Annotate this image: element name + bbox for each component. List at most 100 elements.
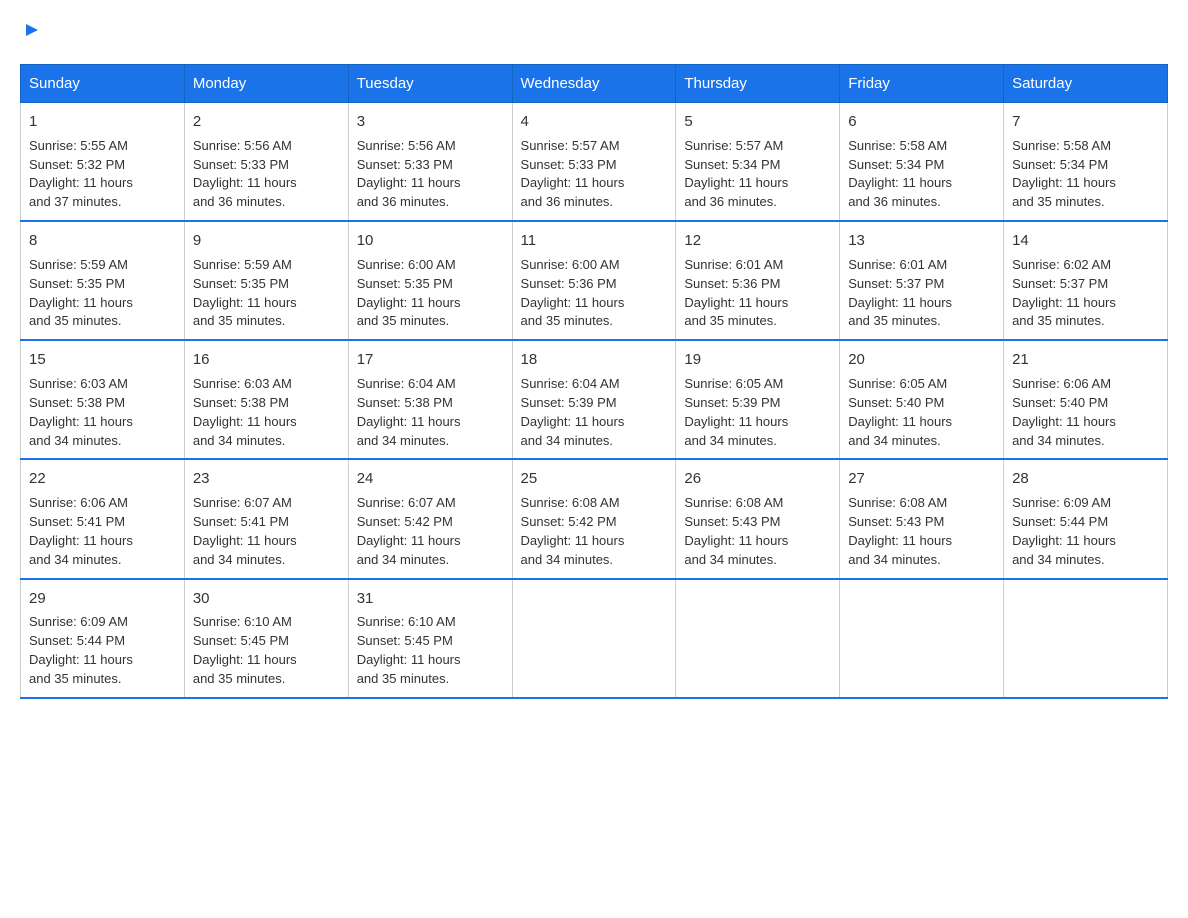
- logo: [20, 20, 42, 44]
- calendar-day-cell: 23 Sunrise: 6:07 AMSunset: 5:41 PMDaylig…: [184, 459, 348, 578]
- day-number: 26: [684, 468, 831, 490]
- calendar-day-cell: 18 Sunrise: 6:04 AMSunset: 5:39 PMDaylig…: [512, 340, 676, 459]
- day-number: 13: [848, 230, 995, 252]
- day-info: Sunrise: 5:56 AMSunset: 5:33 PMDaylight:…: [357, 138, 461, 210]
- day-number: 11: [521, 230, 668, 252]
- calendar-day-cell: 22 Sunrise: 6:06 AMSunset: 5:41 PMDaylig…: [21, 459, 185, 578]
- day-number: 6: [848, 111, 995, 133]
- calendar-header-row: Sunday Monday Tuesday Wednesday Thursday…: [21, 65, 1168, 103]
- day-info: Sunrise: 5:56 AMSunset: 5:33 PMDaylight:…: [193, 138, 297, 210]
- calendar-day-cell: 4 Sunrise: 5:57 AMSunset: 5:33 PMDayligh…: [512, 103, 676, 222]
- day-number: 9: [193, 230, 340, 252]
- day-info: Sunrise: 6:07 AMSunset: 5:42 PMDaylight:…: [357, 495, 461, 567]
- calendar-day-cell: 30 Sunrise: 6:10 AMSunset: 5:45 PMDaylig…: [184, 579, 348, 698]
- calendar-day-cell: [512, 579, 676, 698]
- calendar-day-cell: 26 Sunrise: 6:08 AMSunset: 5:43 PMDaylig…: [676, 459, 840, 578]
- day-number: 7: [1012, 111, 1159, 133]
- calendar-day-cell: 16 Sunrise: 6:03 AMSunset: 5:38 PMDaylig…: [184, 340, 348, 459]
- day-info: Sunrise: 5:55 AMSunset: 5:32 PMDaylight:…: [29, 138, 133, 210]
- calendar-day-cell: 31 Sunrise: 6:10 AMSunset: 5:45 PMDaylig…: [348, 579, 512, 698]
- logo-triangle-icon: [22, 20, 42, 44]
- calendar-week-row: 1 Sunrise: 5:55 AMSunset: 5:32 PMDayligh…: [21, 103, 1168, 222]
- calendar-day-cell: [676, 579, 840, 698]
- day-number: 5: [684, 111, 831, 133]
- day-info: Sunrise: 6:05 AMSunset: 5:40 PMDaylight:…: [848, 376, 952, 448]
- calendar-week-row: 29 Sunrise: 6:09 AMSunset: 5:44 PMDaylig…: [21, 579, 1168, 698]
- day-info: Sunrise: 5:58 AMSunset: 5:34 PMDaylight:…: [1012, 138, 1116, 210]
- day-number: 10: [357, 230, 504, 252]
- header-monday: Monday: [184, 65, 348, 103]
- day-info: Sunrise: 5:57 AMSunset: 5:34 PMDaylight:…: [684, 138, 788, 210]
- day-number: 14: [1012, 230, 1159, 252]
- calendar-week-row: 15 Sunrise: 6:03 AMSunset: 5:38 PMDaylig…: [21, 340, 1168, 459]
- day-number: 23: [193, 468, 340, 490]
- calendar-day-cell: 9 Sunrise: 5:59 AMSunset: 5:35 PMDayligh…: [184, 221, 348, 340]
- day-info: Sunrise: 6:02 AMSunset: 5:37 PMDaylight:…: [1012, 257, 1116, 329]
- day-number: 31: [357, 588, 504, 610]
- calendar-week-row: 22 Sunrise: 6:06 AMSunset: 5:41 PMDaylig…: [21, 459, 1168, 578]
- header-thursday: Thursday: [676, 65, 840, 103]
- calendar-day-cell: 14 Sunrise: 6:02 AMSunset: 5:37 PMDaylig…: [1004, 221, 1168, 340]
- day-info: Sunrise: 6:10 AMSunset: 5:45 PMDaylight:…: [193, 614, 297, 686]
- calendar-day-cell: [840, 579, 1004, 698]
- calendar-day-cell: 21 Sunrise: 6:06 AMSunset: 5:40 PMDaylig…: [1004, 340, 1168, 459]
- day-number: 2: [193, 111, 340, 133]
- day-info: Sunrise: 6:08 AMSunset: 5:43 PMDaylight:…: [848, 495, 952, 567]
- day-number: 3: [357, 111, 504, 133]
- calendar-week-row: 8 Sunrise: 5:59 AMSunset: 5:35 PMDayligh…: [21, 221, 1168, 340]
- day-info: Sunrise: 6:01 AMSunset: 5:37 PMDaylight:…: [848, 257, 952, 329]
- calendar-day-cell: [1004, 579, 1168, 698]
- day-number: 22: [29, 468, 176, 490]
- day-number: 19: [684, 349, 831, 371]
- calendar-day-cell: 29 Sunrise: 6:09 AMSunset: 5:44 PMDaylig…: [21, 579, 185, 698]
- day-number: 27: [848, 468, 995, 490]
- day-info: Sunrise: 6:00 AMSunset: 5:35 PMDaylight:…: [357, 257, 461, 329]
- day-info: Sunrise: 6:01 AMSunset: 5:36 PMDaylight:…: [684, 257, 788, 329]
- day-number: 16: [193, 349, 340, 371]
- day-info: Sunrise: 6:09 AMSunset: 5:44 PMDaylight:…: [29, 614, 133, 686]
- day-number: 20: [848, 349, 995, 371]
- header-wednesday: Wednesday: [512, 65, 676, 103]
- day-info: Sunrise: 6:08 AMSunset: 5:43 PMDaylight:…: [684, 495, 788, 567]
- calendar-day-cell: 11 Sunrise: 6:00 AMSunset: 5:36 PMDaylig…: [512, 221, 676, 340]
- day-info: Sunrise: 6:03 AMSunset: 5:38 PMDaylight:…: [193, 376, 297, 448]
- day-number: 25: [521, 468, 668, 490]
- day-info: Sunrise: 6:08 AMSunset: 5:42 PMDaylight:…: [521, 495, 625, 567]
- day-info: Sunrise: 5:57 AMSunset: 5:33 PMDaylight:…: [521, 138, 625, 210]
- day-info: Sunrise: 6:04 AMSunset: 5:39 PMDaylight:…: [521, 376, 625, 448]
- day-info: Sunrise: 6:10 AMSunset: 5:45 PMDaylight:…: [357, 614, 461, 686]
- calendar-day-cell: 25 Sunrise: 6:08 AMSunset: 5:42 PMDaylig…: [512, 459, 676, 578]
- calendar-day-cell: 12 Sunrise: 6:01 AMSunset: 5:36 PMDaylig…: [676, 221, 840, 340]
- calendar-day-cell: 2 Sunrise: 5:56 AMSunset: 5:33 PMDayligh…: [184, 103, 348, 222]
- day-info: Sunrise: 6:04 AMSunset: 5:38 PMDaylight:…: [357, 376, 461, 448]
- header-sunday: Sunday: [21, 65, 185, 103]
- day-info: Sunrise: 6:00 AMSunset: 5:36 PMDaylight:…: [521, 257, 625, 329]
- calendar-day-cell: 27 Sunrise: 6:08 AMSunset: 5:43 PMDaylig…: [840, 459, 1004, 578]
- calendar-table: Sunday Monday Tuesday Wednesday Thursday…: [20, 64, 1168, 699]
- day-number: 1: [29, 111, 176, 133]
- calendar-day-cell: 8 Sunrise: 5:59 AMSunset: 5:35 PMDayligh…: [21, 221, 185, 340]
- day-number: 30: [193, 588, 340, 610]
- calendar-day-cell: 13 Sunrise: 6:01 AMSunset: 5:37 PMDaylig…: [840, 221, 1004, 340]
- calendar-day-cell: 3 Sunrise: 5:56 AMSunset: 5:33 PMDayligh…: [348, 103, 512, 222]
- header-friday: Friday: [840, 65, 1004, 103]
- day-number: 29: [29, 588, 176, 610]
- page-header: [20, 20, 1168, 44]
- calendar-day-cell: 15 Sunrise: 6:03 AMSunset: 5:38 PMDaylig…: [21, 340, 185, 459]
- day-info: Sunrise: 6:06 AMSunset: 5:40 PMDaylight:…: [1012, 376, 1116, 448]
- day-number: 24: [357, 468, 504, 490]
- calendar-day-cell: 19 Sunrise: 6:05 AMSunset: 5:39 PMDaylig…: [676, 340, 840, 459]
- day-number: 15: [29, 349, 176, 371]
- day-info: Sunrise: 6:03 AMSunset: 5:38 PMDaylight:…: [29, 376, 133, 448]
- day-number: 21: [1012, 349, 1159, 371]
- day-info: Sunrise: 6:06 AMSunset: 5:41 PMDaylight:…: [29, 495, 133, 567]
- day-number: 12: [684, 230, 831, 252]
- day-info: Sunrise: 5:59 AMSunset: 5:35 PMDaylight:…: [193, 257, 297, 329]
- day-number: 8: [29, 230, 176, 252]
- calendar-day-cell: 24 Sunrise: 6:07 AMSunset: 5:42 PMDaylig…: [348, 459, 512, 578]
- calendar-day-cell: 7 Sunrise: 5:58 AMSunset: 5:34 PMDayligh…: [1004, 103, 1168, 222]
- calendar-day-cell: 28 Sunrise: 6:09 AMSunset: 5:44 PMDaylig…: [1004, 459, 1168, 578]
- calendar-day-cell: 17 Sunrise: 6:04 AMSunset: 5:38 PMDaylig…: [348, 340, 512, 459]
- header-tuesday: Tuesday: [348, 65, 512, 103]
- calendar-day-cell: 5 Sunrise: 5:57 AMSunset: 5:34 PMDayligh…: [676, 103, 840, 222]
